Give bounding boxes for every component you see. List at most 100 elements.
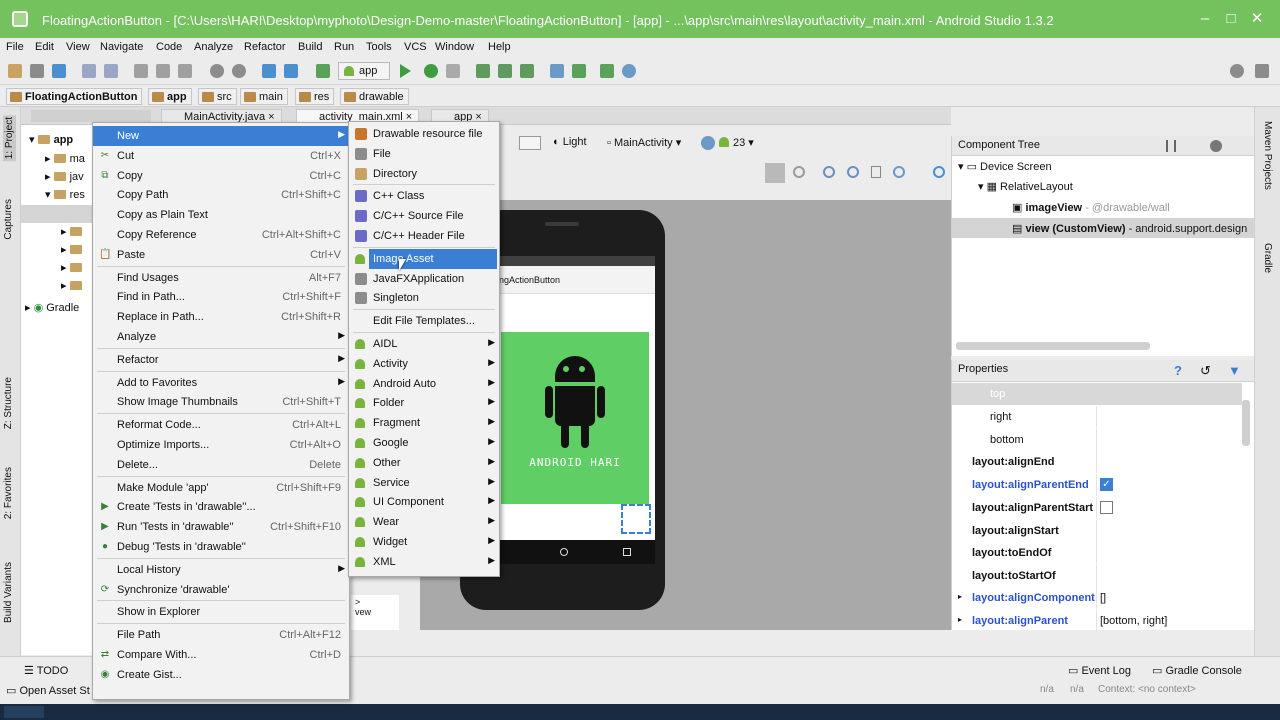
- new-menu-item-folder[interactable]: Folder ▶: [349, 393, 499, 413]
- settings-icon[interactable]: [1255, 64, 1269, 78]
- replace-icon[interactable]: [232, 64, 246, 78]
- event-log-tool-tab[interactable]: ▭ Event Log: [1068, 664, 1131, 677]
- paste-icon[interactable]: [178, 64, 192, 78]
- menu-file[interactable]: File: [6, 41, 24, 53]
- maximize-button[interactable]: □: [1222, 10, 1240, 28]
- new-menu-item-xml[interactable]: XML ▶: [349, 552, 499, 572]
- new-menu-item-directory[interactable]: Directory: [349, 164, 499, 184]
- start-button-icon[interactable]: [4, 706, 44, 718]
- tree-node-relative-layout[interactable]: ▾ ▦ RelativeLayout: [978, 180, 1073, 193]
- gradle-sync-icon[interactable]: [572, 64, 586, 78]
- device-screen-preview[interactable]: ingActionButton ANDROID HARI: [497, 256, 655, 540]
- context-menu-item-create-tests-in-drawable[interactable]: ▶ Create 'Tests in 'drawable''...: [93, 497, 349, 517]
- maven-projects-tool-tab[interactable]: Maven Projects: [1262, 121, 1273, 190]
- breadcrumb-res[interactable]: res: [295, 88, 335, 105]
- close-button[interactable]: ✕: [1248, 10, 1266, 28]
- align-parent-end-checkbox[interactable]: ✓: [1100, 478, 1113, 491]
- undo-icon[interactable]: [82, 64, 96, 78]
- back-icon[interactable]: [262, 64, 276, 78]
- save-icon[interactable]: [30, 64, 44, 78]
- menu-edit[interactable]: Edit: [35, 41, 54, 53]
- context-menu-item-local-history[interactable]: Local History ▶: [93, 560, 349, 580]
- new-menu-item-android-auto[interactable]: Android Auto ▶: [349, 374, 499, 394]
- breadcrumb-app[interactable]: app: [148, 88, 192, 105]
- property-row[interactable]: layout:alignParentStart: [952, 497, 1242, 519]
- new-menu-item-image-asset[interactable]: Image Asset: [355, 248, 497, 269]
- floating-action-button[interactable]: [621, 504, 651, 534]
- build-variants-tool-tab[interactable]: Build Variants: [3, 562, 14, 623]
- context-menu-item-copy-path[interactable]: Copy Path Ctrl+Shift+C: [93, 185, 349, 205]
- restore-default-icon[interactable]: ↺: [1200, 363, 1211, 379]
- minimize-button[interactable]: –: [1196, 10, 1214, 28]
- new-menu-item-activity[interactable]: Activity ▶: [349, 354, 499, 374]
- breadcrumb-main[interactable]: main: [240, 88, 288, 105]
- zoom-fit-icon[interactable]: [793, 166, 805, 178]
- context-menu-item-show-image-thumbnails[interactable]: Show Image Thumbnails Ctrl+Shift+T: [93, 392, 349, 412]
- project-structure-icon[interactable]: [550, 64, 564, 78]
- theme-select[interactable]: ◐ Light: [553, 136, 587, 148]
- context-menu-item-run-tests-in-drawable[interactable]: ▶ Run 'Tests in 'drawable'' Ctrl+Shift+F10: [93, 517, 349, 537]
- tree-selected-row[interactable]: [21, 205, 96, 223]
- context-menu-item-create-gist[interactable]: ◉ Create Gist...: [93, 665, 349, 685]
- new-menu-item-fragment[interactable]: Fragment ▶: [349, 413, 499, 433]
- open-icon[interactable]: [8, 64, 22, 78]
- new-menu-item-wear[interactable]: Wear ▶: [349, 512, 499, 532]
- device-select[interactable]: [519, 136, 541, 150]
- search-everywhere-icon[interactable]: [1230, 64, 1244, 78]
- context-menu-item-analyze[interactable]: Analyze ▶: [93, 327, 349, 347]
- new-menu-item-file[interactable]: File: [349, 144, 499, 164]
- context-menu-item-cut[interactable]: ✂ Cut Ctrl+X: [93, 146, 349, 166]
- zoom-in-icon[interactable]: [823, 166, 835, 178]
- context-menu-item-copy-reference[interactable]: Copy Reference Ctrl+Alt+Shift+C: [93, 225, 349, 245]
- context-menu-item-file-path[interactable]: File Path Ctrl+Alt+F12: [93, 625, 349, 645]
- property-row[interactable]: top: [952, 383, 1242, 405]
- captures-tool-tab[interactable]: Captures: [3, 199, 14, 240]
- structure-tool-tab[interactable]: Z: Structure: [3, 377, 14, 429]
- new-menu-item-google[interactable]: Google ▶: [349, 433, 499, 453]
- tree-folder-row[interactable]: ▸: [61, 243, 86, 256]
- menu-run[interactable]: Run: [334, 41, 354, 53]
- context-menu-item-delete[interactable]: Delete... Delete: [93, 455, 349, 475]
- favorites-tool-tab[interactable]: 2: Favorites: [3, 467, 14, 519]
- palette-toggle-icon[interactable]: [765, 163, 785, 183]
- gradle-tool-tab[interactable]: Gradle: [1262, 243, 1273, 273]
- property-row[interactable]: layout:alignStart: [952, 520, 1242, 542]
- tree-folder-row[interactable]: ▸: [61, 279, 86, 292]
- context-menu-item-copy[interactable]: ⧉ Copy Ctrl+C: [93, 166, 349, 186]
- menu-window[interactable]: Window: [435, 41, 474, 53]
- settings-icon[interactable]: [1210, 140, 1222, 152]
- new-menu-item-c-class[interactable]: C++ Class: [349, 186, 499, 206]
- context-menu-item-debug-tests-in-drawable[interactable]: ● Debug 'Tests in 'drawable'': [93, 537, 349, 557]
- breadcrumb-project[interactable]: FloatingActionButton: [6, 88, 143, 105]
- tree-item-manifests[interactable]: ▸ ma: [45, 152, 85, 165]
- new-menu-item-service[interactable]: Service ▶: [349, 473, 499, 493]
- api-select[interactable]: 23 ▾: [719, 136, 754, 149]
- horizontal-scrollbar[interactable]: [956, 342, 1150, 350]
- help-icon[interactable]: [622, 64, 636, 78]
- refresh-icon[interactable]: [893, 166, 905, 178]
- tree-item-gradle[interactable]: ▸ ◉ Gradle: [25, 301, 79, 314]
- new-menu-item-aidl[interactable]: AIDL ▶: [349, 334, 499, 354]
- property-row[interactable]: layout:alignEnd: [952, 451, 1242, 473]
- todo-tool-tab[interactable]: ☰ TODO: [24, 664, 68, 677]
- context-menu-item-replace-in-path[interactable]: Replace in Path... Ctrl+Shift+R: [93, 307, 349, 327]
- image-view[interactable]: ANDROID HARI: [501, 332, 649, 504]
- run-icon[interactable]: [400, 64, 411, 78]
- find-icon[interactable]: [210, 64, 224, 78]
- menu-vcs[interactable]: VCS: [404, 41, 427, 53]
- tree-node-image-view[interactable]: ▣ imageView - @drawable/wall: [1012, 201, 1170, 214]
- new-menu-item-javafxapplication[interactable]: JavaFXApplication: [349, 269, 499, 289]
- new-menu-item-drawable-resource-file[interactable]: Drawable resource file: [349, 124, 499, 144]
- tree-folder-row[interactable]: ▸: [61, 261, 86, 274]
- context-menu-item-find-usages[interactable]: Find Usages Alt+F7: [93, 268, 349, 288]
- help-icon[interactable]: ?: [1174, 363, 1182, 378]
- context-menu-item-show-in-explorer[interactable]: Show in Explorer: [93, 602, 349, 622]
- sync-icon[interactable]: [52, 64, 66, 78]
- device-monitor-icon[interactable]: [600, 64, 614, 78]
- context-menu-item-make-module-app[interactable]: Make Module 'app' Ctrl+Shift+F9: [93, 478, 349, 498]
- tree-item-res[interactable]: ▾ res: [45, 188, 85, 201]
- new-menu-item-ui-component[interactable]: UI Component ▶: [349, 492, 499, 512]
- gradle-console-tool-tab[interactable]: ▭ Gradle Console: [1152, 664, 1242, 677]
- menu-navigate[interactable]: Navigate: [100, 41, 143, 53]
- menu-tools[interactable]: Tools: [366, 41, 392, 53]
